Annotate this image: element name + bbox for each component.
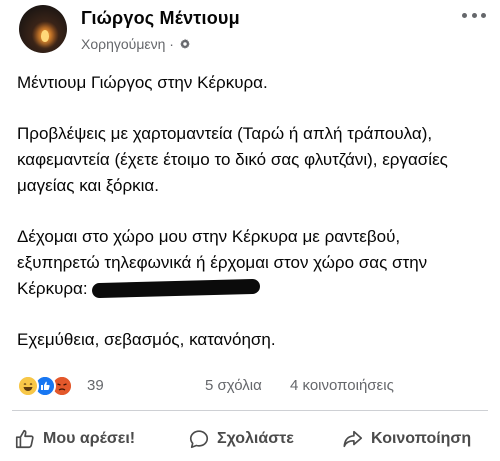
redacted-phone-number bbox=[91, 278, 260, 299]
post-body: Μέντιουμ Γιώργος στην Κέρκυρα. Προβλέψει… bbox=[17, 70, 487, 378]
comment-button[interactable]: Σχολιάστε bbox=[188, 428, 294, 450]
action-bar: Μου αρέσει! Σχολιάστε Κοινοποίηση bbox=[0, 418, 500, 458]
post-paragraph: Μέντιουμ Γιώργος στην Κέρκυρα. bbox=[17, 73, 268, 92]
shares-count[interactable]: 4 κοινοποιήσεις bbox=[290, 377, 394, 394]
thumbs-up-icon bbox=[15, 429, 34, 449]
comment-bubble-icon bbox=[189, 430, 209, 449]
comment-label: Σχολιάστε bbox=[217, 430, 294, 447]
author-avatar[interactable] bbox=[19, 5, 67, 53]
sponsored-label[interactable]: Χορηγούμενη · bbox=[81, 36, 174, 52]
reaction-count[interactable]: 39 bbox=[87, 377, 104, 394]
share-label: Κοινοποίηση bbox=[371, 430, 472, 447]
like-button[interactable]: Μου αρέσει! bbox=[14, 428, 135, 450]
comments-count[interactable]: 5 σχόλια bbox=[205, 377, 262, 394]
reaction-icons[interactable] bbox=[17, 375, 73, 397]
gear-icon bbox=[180, 38, 190, 49]
like-label: Μου αρέσει! bbox=[43, 430, 136, 447]
post-meta: Χορηγούμενη · bbox=[81, 36, 191, 52]
post-paragraph: Προβλέψεις με χαρτομαντεία (Ταρώ ή απλή … bbox=[17, 124, 448, 195]
facebook-post: Γιώργος Μέντιουμ Χορηγούμενη · Μέντιουμ … bbox=[0, 0, 500, 461]
author-name[interactable]: Γιώργος Μέντιουμ bbox=[81, 8, 240, 29]
post-header: Γιώργος Μέντιουμ Χορηγούμενη · bbox=[0, 0, 500, 60]
post-paragraph: Εχεμύθεια, σεβασμός, κατανόηση. bbox=[17, 330, 276, 349]
share-button[interactable]: Κοινοποίηση bbox=[342, 428, 471, 450]
post-stats: 39 5 σχόλια 4 κοινοποιήσεις bbox=[0, 370, 500, 400]
post-paragraph: Δέχομαι στο χώρο μου στην Κέρκυρα με ραν… bbox=[17, 224, 487, 302]
more-options-icon[interactable] bbox=[462, 9, 486, 21]
share-arrow-icon bbox=[343, 430, 363, 448]
candle-flame bbox=[41, 30, 49, 42]
divider bbox=[12, 410, 488, 411]
haha-icon bbox=[17, 375, 39, 397]
